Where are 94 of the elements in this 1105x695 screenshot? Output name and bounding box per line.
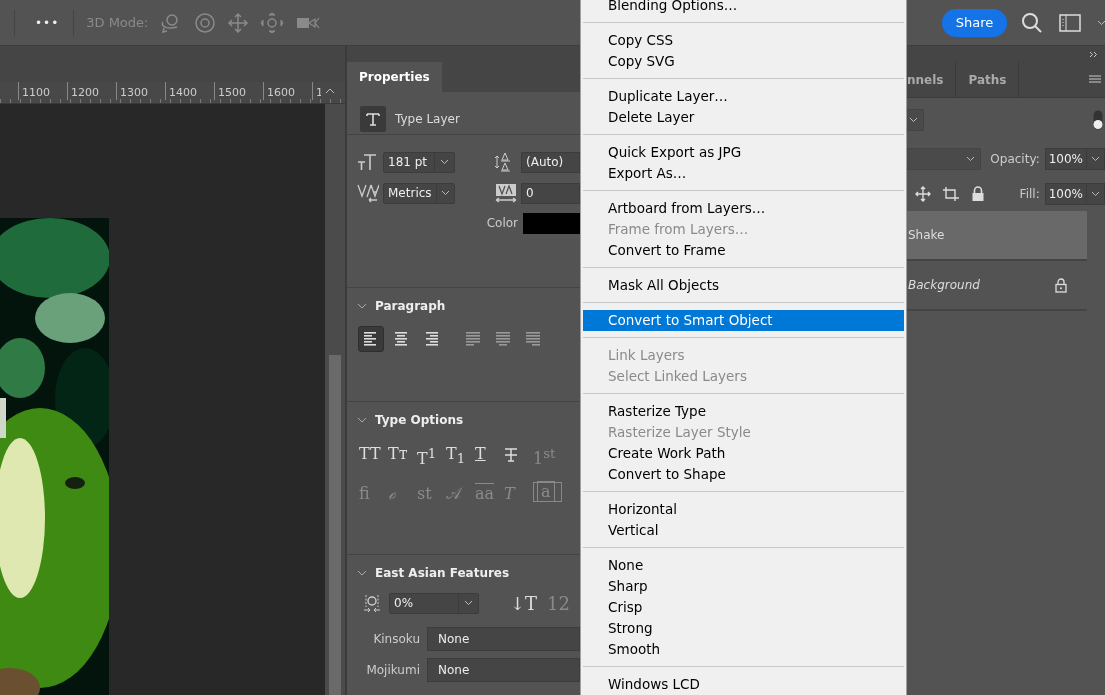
search-icon[interactable] [1021, 11, 1043, 34]
menu-item[interactable]: Sharp [583, 576, 904, 597]
align-icon [494, 330, 512, 348]
roll-icon[interactable] [194, 11, 217, 34]
scrollbar[interactable] [325, 104, 345, 695]
caret-icon [1091, 190, 1100, 197]
menu-item[interactable]: Strong [583, 618, 904, 639]
workspace-icon[interactable] [1059, 13, 1081, 32]
menu-item[interactable]: Copy SVG [583, 51, 904, 72]
east-asian-option[interactable]: ↓T [510, 592, 538, 614]
tracking-icon [495, 183, 517, 203]
color-swatch[interactable] [523, 212, 580, 234]
caret-icon [464, 600, 473, 606]
menu-item[interactable]: Smooth [583, 639, 904, 660]
more-options[interactable]: ••• [35, 15, 60, 30]
ruler-label: 1200 [67, 82, 116, 100]
font-size-icon [357, 153, 377, 171]
menu-item[interactable]: Crisp [583, 597, 904, 618]
menu-icon[interactable] [1089, 75, 1101, 84]
type-option-button[interactable]: Tᴛ [388, 442, 417, 466]
layer-row[interactable]: Shake [907, 211, 1087, 261]
chevron-icon[interactable] [357, 303, 367, 309]
caret-icon [966, 155, 976, 162]
align-icon [392, 330, 410, 348]
scroll-up-icon[interactable] [325, 88, 335, 94]
type-option-button[interactable]: TT [359, 442, 388, 466]
share-button[interactable]: Share [942, 8, 1007, 37]
kerning-dropdown[interactable]: Metrics [383, 182, 455, 204]
menu-item[interactable]: Create Work Path [583, 443, 904, 464]
opacity-label: Opacity: [990, 151, 1040, 166]
menu-item[interactable]: Copy CSS [583, 30, 904, 51]
caret-icon [909, 116, 918, 123]
tracking-field[interactable]: 0 [521, 182, 580, 204]
artboard-icon[interactable] [942, 185, 960, 202]
kinsoku-label: Kinsoku [372, 632, 420, 646]
menu-item[interactable]: Rasterize Type [583, 401, 904, 422]
menu-item[interactable]: Delete Layer [583, 107, 904, 128]
properties-tab[interactable]: Properties [347, 62, 442, 92]
chevron-icon[interactable] [357, 570, 367, 576]
caret-icon [1091, 155, 1100, 162]
caret-icon [440, 190, 450, 196]
tsume-dropdown[interactable]: 0% [389, 592, 479, 614]
section-title: East Asian Features [375, 566, 510, 580]
leading-field[interactable]: (Auto) [521, 151, 580, 173]
ruler-label: 1600 [263, 82, 312, 100]
menu-item[interactable]: Vertical [583, 520, 904, 541]
ruler-label: 1100 [18, 82, 67, 100]
menu-item[interactable]: Blending Options… [583, 0, 904, 16]
panel-tab[interactable]: Paths [956, 62, 1020, 97]
section-title: Type Options [375, 413, 464, 427]
lock-icon [1055, 277, 1067, 293]
layer-kind: Type Layer [395, 112, 460, 126]
kinsoku-dropdown[interactable]: None [427, 627, 580, 651]
menu-item[interactable]: Quick Export as JPG [583, 142, 904, 163]
type-option-button[interactable]: T$^{1}$ [417, 442, 446, 466]
menu-item[interactable]: Convert to Frame [583, 240, 904, 261]
ruler-label: 1400 [165, 82, 214, 100]
font-size-dropdown[interactable]: 181 pt [383, 151, 455, 173]
fill-label: Fill: [1019, 186, 1040, 201]
layer-name: Shake [907, 228, 946, 242]
fill-field[interactable]: 100% [1044, 182, 1105, 205]
slide-icon[interactable] [260, 11, 285, 34]
kerning-icon [357, 183, 379, 203]
type-option-button[interactable]: T [475, 442, 504, 466]
align-button[interactable] [358, 326, 384, 352]
caret-icon [440, 159, 449, 165]
mojikumi-label: Mojikumi [365, 663, 420, 677]
layer-name: Background [907, 278, 981, 292]
align-icon [524, 330, 542, 348]
menu-item[interactable]: Convert to Smart Object [583, 310, 904, 331]
mojikumi-dropdown[interactable]: None [427, 658, 580, 682]
ruler-label: 1300 [116, 82, 165, 100]
filter-toggle[interactable] [1093, 109, 1103, 130]
menu-item[interactable]: Horizontal [583, 499, 904, 520]
menu-item[interactable]: Windows LCD [583, 674, 904, 695]
lock-icon [971, 185, 985, 202]
tsume-icon [363, 593, 381, 613]
section-title: Paragraph [375, 299, 446, 313]
collapse-icon[interactable] [1089, 50, 1099, 58]
type-layer-icon [360, 106, 386, 132]
menu-item[interactable]: Export As… [583, 163, 904, 184]
type-option-button[interactable]: T$_{1}$ [446, 442, 475, 466]
menu-item[interactable]: Duplicate Layer… [583, 86, 904, 107]
align-icon [464, 330, 482, 348]
ruler-label: 1500 [214, 82, 263, 100]
chevron-icon[interactable] [357, 417, 367, 423]
caret-icon [1097, 19, 1105, 26]
menu-item[interactable]: Mask All Objects [583, 275, 904, 296]
strikethrough-icon [504, 446, 518, 463]
menu-item[interactable]: None [583, 555, 904, 576]
menu-item[interactable]: Convert to Shape [583, 464, 904, 485]
opacity-field[interactable]: 100% [1044, 147, 1105, 170]
menu-item[interactable]: Artboard from Layers… [583, 198, 904, 219]
color-label: Color [485, 216, 519, 230]
